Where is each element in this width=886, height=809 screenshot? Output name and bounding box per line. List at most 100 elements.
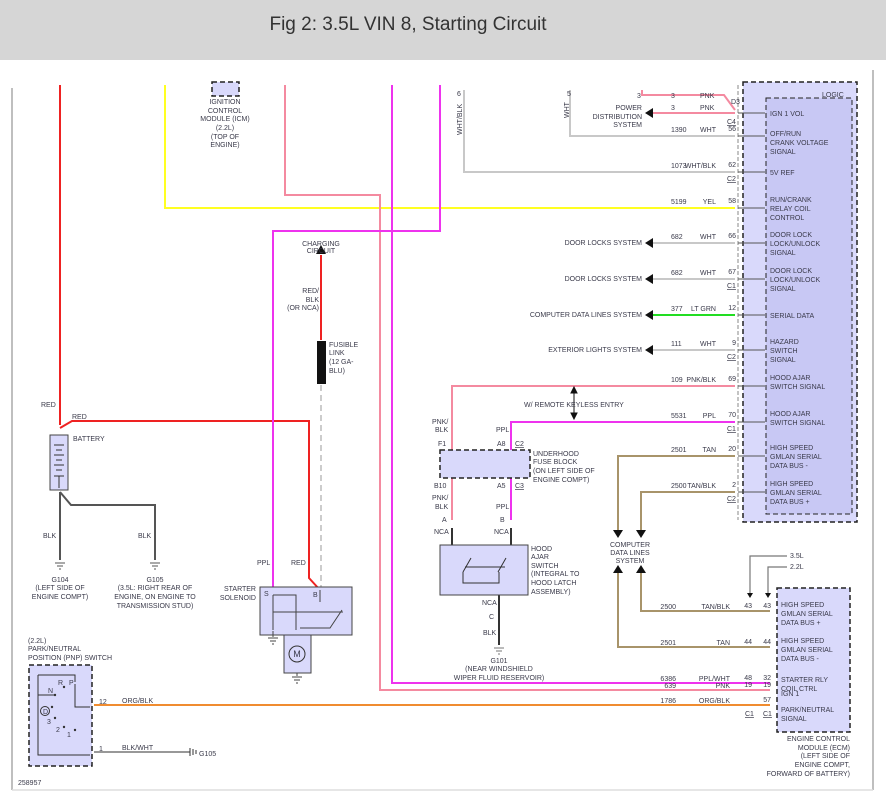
svg-text:CONTROL: CONTROL <box>208 108 242 115</box>
wire-blk-g105 <box>59 491 156 560</box>
svg-text:A5: A5 <box>497 483 506 490</box>
svg-text:ENGINE COMPT,: ENGINE COMPT, <box>795 762 850 769</box>
diagram-text: HIGH SPEED <box>781 602 824 609</box>
diagram-text: DOOR LOCKS SYSTEM <box>565 240 643 247</box>
diagram-text: 682 <box>671 270 683 277</box>
svg-text:BLU): BLU) <box>329 368 345 375</box>
diagram-text: SIGNAL <box>781 716 807 723</box>
svg-text:PPL: PPL <box>496 427 509 434</box>
diagram-text: YEL <box>703 199 716 206</box>
fusible-link-label: FUSIBLELINK (12 GA- BLU) <box>329 342 359 375</box>
charging-circuit-label: CHARGINGCIRCUIT <box>302 241 340 255</box>
svg-text:ENGINE CONTROL: ENGINE CONTROL <box>787 736 850 743</box>
diagram-text: 2 <box>732 482 736 489</box>
diagram-text: 682 <box>671 234 683 241</box>
svg-text:COMPUTER: COMPUTER <box>610 542 650 549</box>
svg-text:(NEAR WINDSHIELD: (NEAR WINDSHIELD <box>465 666 533 673</box>
svg-text:F1: F1 <box>438 441 446 448</box>
rke-note: W/ REMOTE KEYLESS ENTRY <box>524 402 624 409</box>
diagram-text: OFF/RUN <box>770 131 801 138</box>
fusible-link <box>317 341 326 384</box>
svg-text:DATA LINES: DATA LINES <box>610 550 650 557</box>
svg-text:C: C <box>489 614 494 621</box>
svg-text:POWER: POWER <box>616 105 642 112</box>
diagram-text: 2501 <box>660 640 676 647</box>
wire-label: RED <box>72 414 87 421</box>
svg-text:ORG/BLK: ORG/BLK <box>122 698 153 705</box>
svg-text:S: S <box>264 591 269 598</box>
diagram-text: SIGNAL <box>770 250 796 257</box>
diagram-text: 5531 <box>671 413 687 420</box>
ecm-label: ENGINE CONTROL MODULE (ECM)(LEFT SIDE OF E… <box>767 736 850 778</box>
diagram-text: 69 <box>728 376 736 383</box>
svg-text:D3: D3 <box>731 99 740 106</box>
diagram-text: PPL <box>703 413 716 420</box>
diagram-text: HIGH SPEED <box>770 481 813 488</box>
diagram-text: 32 <box>763 675 771 682</box>
wire-label: RED <box>41 402 56 409</box>
diagram-text: SIGNAL <box>770 357 796 364</box>
svg-text:PPL: PPL <box>257 560 270 567</box>
wire-pnk-639 <box>284 85 770 691</box>
diagram-text: GMLAN SERIAL <box>770 454 822 461</box>
ground-g101: G101(NEAR WINDSHIELD WIPER FLUID RESERVOI… <box>454 647 544 682</box>
svg-text:G104: G104 <box>51 577 68 584</box>
diagram-text: 2500 <box>660 604 676 611</box>
svg-text:1: 1 <box>99 746 103 753</box>
ignition-control-module[interactable] <box>211 81 240 97</box>
diagram-text: WHT <box>700 127 717 134</box>
svg-text:B: B <box>313 592 318 599</box>
diagram-text: 62 <box>728 162 736 169</box>
diagram-text: 12 <box>728 305 736 312</box>
diagram-text: TAN/BLK <box>701 604 730 611</box>
svg-text:ENGINE COMPT): ENGINE COMPT) <box>32 594 88 601</box>
svg-text:(ON LEFT SIDE OF: (ON LEFT SIDE OF <box>533 468 595 475</box>
diagram-text: HOOD AJAR <box>770 411 810 418</box>
svg-text:SWITCH: SWITCH <box>531 563 559 570</box>
svg-text:P: P <box>69 680 74 687</box>
diagram-text: 43 <box>763 603 771 610</box>
diagram-text: GMLAN SERIAL <box>781 647 833 654</box>
svg-text:PNK: PNK <box>700 105 715 112</box>
diagram-text: 9 <box>732 340 736 347</box>
diagram-text: EXTERIOR LIGHTS SYSTEM <box>548 347 642 354</box>
svg-text:ENGINE, ON ENGINE TO: ENGINE, ON ENGINE TO <box>114 594 196 601</box>
arrow-down-icon <box>613 530 623 538</box>
svg-text:(12 GA-: (12 GA- <box>329 359 354 366</box>
svg-text:PNK: PNK <box>700 93 715 100</box>
underhood-fuse-block[interactable] <box>439 449 531 479</box>
wire-pnk-3-in <box>641 90 736 111</box>
svg-text:AJAR: AJAR <box>531 554 549 561</box>
svg-text:1: 1 <box>67 732 71 739</box>
svg-text:12: 12 <box>99 699 107 706</box>
diagram-text: TAN/BLK <box>687 483 716 490</box>
diagram-text: HOOD AJAR <box>770 375 810 382</box>
diagram-text: 58 <box>728 198 736 205</box>
svg-text:CHARGING: CHARGING <box>302 241 340 248</box>
icm-label: IGNITION CONTROLMODULE (ICM) (2.2L) (TOP OF… <box>200 99 249 149</box>
diagram-text: PPL/WHT <box>699 676 731 683</box>
hood-ajar-switch[interactable] <box>439 544 529 596</box>
svg-text:MODULE (ECM): MODULE (ECM) <box>798 745 850 752</box>
svg-text:SYSTEM: SYSTEM <box>616 558 645 565</box>
svg-text:CIRCUIT: CIRCUIT <box>307 248 336 255</box>
variant-label: 3.5L <box>790 553 804 560</box>
svg-text:(OR NCA): (OR NCA) <box>287 305 319 312</box>
diagram-text: PARK/NEUTRAL <box>781 707 834 714</box>
diagram-text: DATA BUS + <box>781 620 821 627</box>
svg-text:BLK: BLK <box>306 297 320 304</box>
svg-text:ENGINE): ENGINE) <box>210 142 239 149</box>
diagram-text: LOCK/UNLOCK <box>770 277 821 284</box>
svg-text:R: R <box>58 680 63 687</box>
wire-yel-5199 <box>164 85 735 209</box>
diagram-text: ORG/BLK <box>699 698 730 705</box>
diagram-text: DOOR LOCK <box>770 268 812 275</box>
svg-text:A8: A8 <box>497 441 506 448</box>
svg-text:HOOD LATCH: HOOD LATCH <box>531 580 576 587</box>
diagram-text: LOCK/UNLOCK <box>770 241 821 248</box>
svg-text:3: 3 <box>47 719 51 726</box>
diagram-text: 377 <box>671 306 683 313</box>
ground-icon <box>189 748 197 756</box>
diagram-text: 67 <box>728 269 736 276</box>
arrow-up-icon <box>613 565 623 573</box>
